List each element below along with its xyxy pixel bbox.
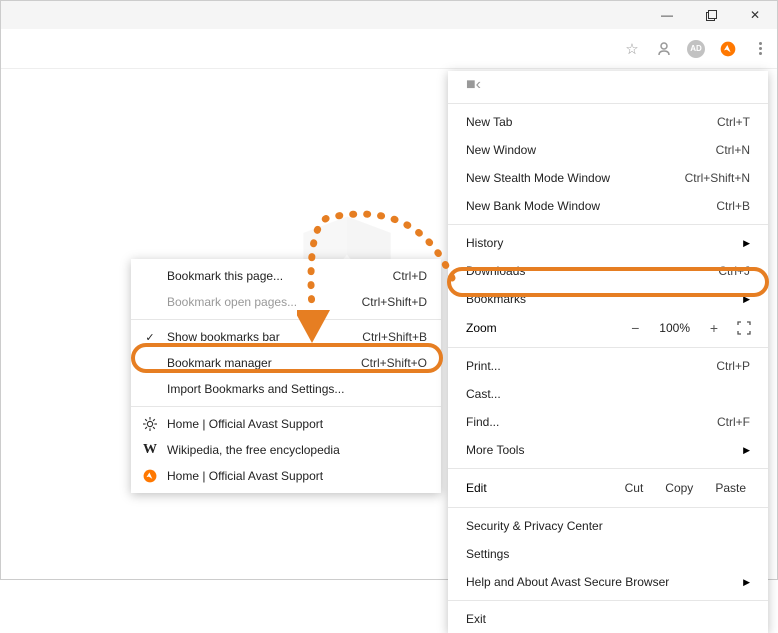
extension-icon-1[interactable] [655,40,673,58]
avast-icon[interactable] [719,40,737,58]
main-menu: ■‹ New TabCtrl+T New WindowCtrl+N New St… [448,71,768,633]
menu-security[interactable]: Security & Privacy Center [448,512,768,540]
menu-history[interactable]: History▶ [448,229,768,257]
menu-edit: Edit Cut Copy Paste [448,473,768,503]
separator [131,319,441,320]
separator [448,507,768,508]
chevron-right-icon: ▶ [743,294,750,305]
cut-button[interactable]: Cut [615,477,654,499]
gear-icon [141,417,159,431]
avast-favicon [141,469,159,483]
zoom-value: 100% [653,321,696,335]
maximize-icon [706,10,717,21]
minimize-button[interactable]: — [645,1,689,29]
menu-more-tools[interactable]: More Tools▶ [448,436,768,464]
bookmark-link-1[interactable]: Home | Official Avast Support [131,411,441,437]
camera-icon: ■‹ [466,76,481,94]
separator [448,468,768,469]
menu-exit[interactable]: Exit [448,605,768,633]
separator [131,406,441,407]
chevron-right-icon: ▶ [743,577,750,588]
menu-button[interactable] [751,40,769,58]
menu-help[interactable]: Help and About Avast Secure Browser▶ [448,568,768,596]
zoom-label: Zoom [466,321,497,335]
bookmark-link-2[interactable]: WWikipedia, the free encyclopedia [131,437,441,463]
menu-find[interactable]: Find...Ctrl+F [448,408,768,436]
menu-zoom: Zoom − 100% + [448,313,768,343]
separator [448,600,768,601]
bookmark-star-icon[interactable]: ☆ [623,40,641,58]
browser-toolbar: ☆ AD [1,29,777,69]
close-button[interactable]: ✕ [733,1,777,29]
menu-new-tab[interactable]: New TabCtrl+T [448,108,768,136]
bookmark-link-3[interactable]: Home | Official Avast Support [131,463,441,489]
copy-button[interactable]: Copy [655,477,703,499]
submenu-bookmark-open: Bookmark open pages... Ctrl+Shift+D [131,289,441,315]
wikipedia-icon: W [141,442,159,458]
submenu-bookmark-manager[interactable]: Bookmark manager Ctrl+Shift+O [131,350,441,376]
submenu-show-bar[interactable]: ✓Show bookmarks bar Ctrl+Shift+B [131,324,441,350]
zoom-in-button[interactable]: + [702,316,726,340]
adblock-icon[interactable]: AD [687,40,705,58]
menu-settings[interactable]: Settings [448,540,768,568]
submenu-bookmark-page[interactable]: Bookmark this page... Ctrl+D [131,263,441,289]
menu-cast[interactable]: Cast... [448,380,768,408]
fullscreen-icon [737,321,751,335]
separator [448,224,768,225]
chevron-right-icon: ▶ [743,445,750,456]
chevron-right-icon: ▶ [743,238,750,249]
submenu-import[interactable]: Import Bookmarks and Settings... [131,376,441,402]
paste-button[interactable]: Paste [705,477,756,499]
check-icon: ✓ [141,331,159,344]
fullscreen-button[interactable] [732,316,756,340]
kebab-icon [759,42,762,55]
menu-bookmarks[interactable]: Bookmarks▶ [448,285,768,313]
separator [448,103,768,104]
bookmarks-submenu: Bookmark this page... Ctrl+D Bookmark op… [131,259,441,493]
menu-print[interactable]: Print...Ctrl+P [448,352,768,380]
menu-new-window[interactable]: New WindowCtrl+N [448,136,768,164]
separator [448,347,768,348]
zoom-out-button[interactable]: − [623,316,647,340]
menu-downloads[interactable]: DownloadsCtrl+J [448,257,768,285]
menu-new-bank[interactable]: New Bank Mode WindowCtrl+B [448,192,768,220]
maximize-button[interactable] [689,1,733,29]
menu-new-stealth[interactable]: New Stealth Mode WindowCtrl+Shift+N [448,164,768,192]
camera-row[interactable]: ■‹ [448,71,768,99]
window-titlebar: — ✕ [1,1,777,29]
edit-label: Edit [466,481,487,495]
